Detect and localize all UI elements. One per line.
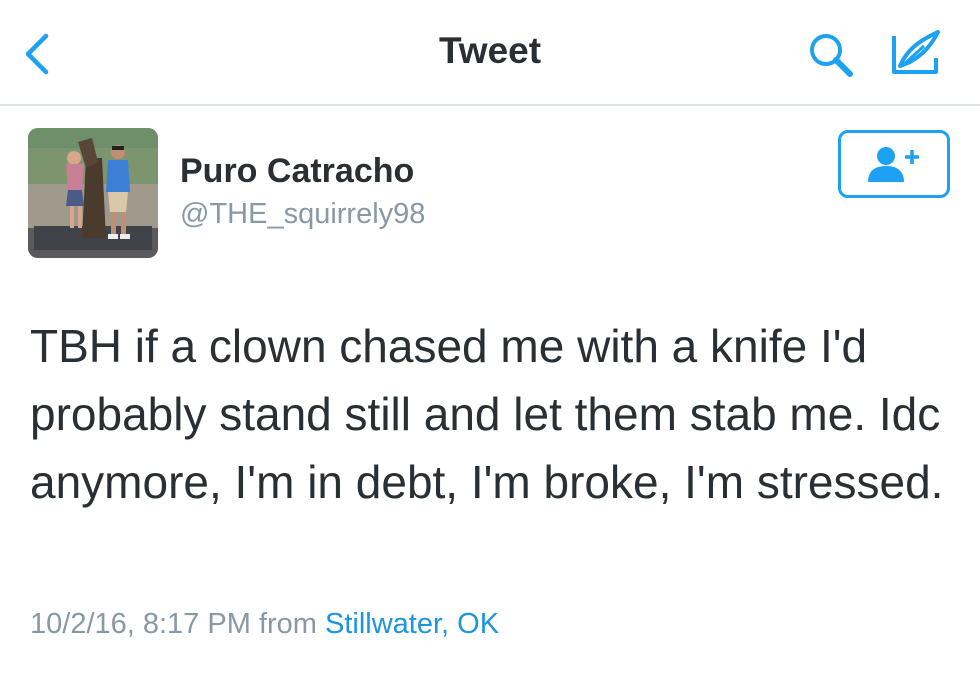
tweet-timestamp[interactable]: 10/2/16, 8:17 PM (30, 608, 251, 640)
search-button[interactable] (804, 30, 860, 80)
author-handle[interactable]: @THE_squirrely98 (180, 198, 425, 231)
add-user-icon (868, 147, 919, 182)
author-name[interactable]: Puro Catracho (180, 152, 414, 191)
compose-button[interactable] (880, 28, 946, 80)
tweet-location[interactable]: Stillwater, OK (325, 608, 499, 640)
avatar-photo (28, 128, 158, 258)
from-label: from (258, 608, 317, 640)
compose-icon (892, 30, 940, 74)
tweet-meta: 10/2/16, 8:17 PM from Stillwater, OK (30, 608, 499, 641)
search-icon (810, 34, 853, 77)
avatar[interactable] (28, 128, 158, 258)
follow-button[interactable] (838, 130, 950, 198)
top-navigation-bar: Tweet (0, 0, 980, 106)
tweet-text: TBH if a clown chased me with a knife I'… (30, 320, 944, 508)
